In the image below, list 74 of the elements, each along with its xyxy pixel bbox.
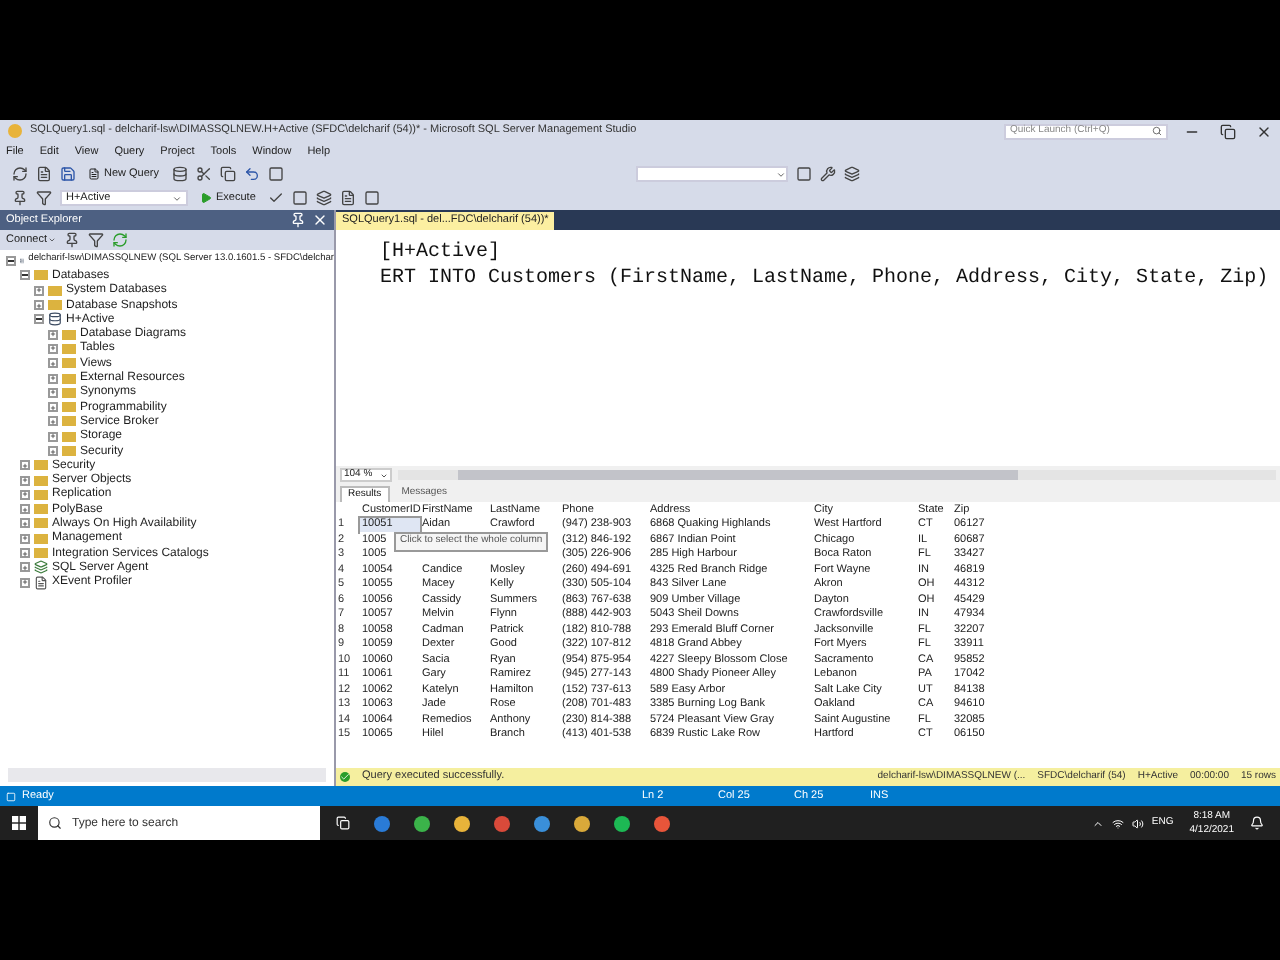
window-icon[interactable] <box>267 166 284 182</box>
agent-icon <box>34 560 48 575</box>
back-icon[interactable] <box>12 166 28 182</box>
expand-icon[interactable] <box>20 548 30 559</box>
close-icon[interactable] <box>312 212 328 228</box>
app-icon[interactable] <box>654 815 670 831</box>
expand-icon[interactable] <box>20 475 30 486</box>
expand-icon[interactable] <box>20 533 30 544</box>
expand-icon[interactable] <box>20 577 30 588</box>
expand-icon[interactable] <box>20 460 30 471</box>
undo-icon[interactable] <box>243 166 260 182</box>
expand-icon[interactable] <box>48 402 58 413</box>
document-icon <box>88 168 100 180</box>
restore-button[interactable] <box>1220 123 1236 139</box>
app-icon[interactable] <box>414 815 430 831</box>
plan-icon[interactable] <box>315 190 332 206</box>
collapse-icon[interactable] <box>20 270 30 281</box>
app-icon[interactable] <box>494 815 510 831</box>
refresh-icon[interactable] <box>111 232 127 248</box>
expand-icon[interactable] <box>20 562 30 573</box>
wrench-icon[interactable] <box>820 166 836 182</box>
expand-icon[interactable] <box>20 504 30 515</box>
horizontal-scrollbar[interactable] <box>398 470 1276 480</box>
properties-icon[interactable] <box>796 166 812 182</box>
new-file-icon[interactable] <box>36 166 52 182</box>
expand-icon[interactable] <box>20 489 30 500</box>
collapse-icon[interactable] <box>34 314 44 325</box>
code-line: ERT INTO Customers (FirstName, LastName, Phone, Address, City, State, Zip) <box>380 265 1269 294</box>
expand-icon[interactable] <box>48 373 58 384</box>
search-icon[interactable] <box>1152 126 1162 136</box>
expand-icon[interactable] <box>34 300 44 311</box>
document-icon <box>34 575 48 590</box>
database-icon <box>48 312 62 327</box>
app-icon[interactable] <box>374 815 390 831</box>
app-logo-icon <box>8 124 22 138</box>
play-icon <box>200 192 212 204</box>
app-icon[interactable] <box>614 815 630 831</box>
connect-icon[interactable] <box>63 232 79 248</box>
copy-icon[interactable] <box>219 166 236 182</box>
layers-icon[interactable] <box>844 166 860 182</box>
text-icon[interactable] <box>339 190 356 206</box>
windows-start-icon[interactable] <box>12 816 26 830</box>
app-icon[interactable] <box>454 815 470 831</box>
close-button[interactable] <box>1256 123 1272 139</box>
ready-icon <box>6 791 16 801</box>
success-icon <box>340 772 350 782</box>
grid-icon[interactable] <box>291 190 308 206</box>
task-view-icon[interactable] <box>336 816 350 830</box>
database-icon[interactable] <box>171 166 188 182</box>
expand-icon[interactable] <box>48 416 58 427</box>
expand-icon[interactable] <box>48 329 58 340</box>
expand-icon[interactable] <box>48 446 58 456</box>
pin-icon[interactable] <box>290 212 306 228</box>
code-line: [H+Active] <box>380 239 501 268</box>
pin-icon[interactable] <box>12 190 28 206</box>
save-icon[interactable] <box>60 166 76 182</box>
expand-icon[interactable] <box>34 285 44 296</box>
collapse-icon[interactable] <box>6 256 16 267</box>
results-icon[interactable] <box>363 190 380 206</box>
volume-icon[interactable] <box>1131 817 1144 829</box>
expand-icon[interactable] <box>20 518 30 529</box>
parse-icon[interactable] <box>267 190 284 206</box>
cut-icon[interactable] <box>195 166 212 182</box>
app-icon[interactable] <box>574 815 590 831</box>
expand-icon[interactable] <box>48 358 58 369</box>
network-icon[interactable] <box>1111 817 1124 829</box>
search-icon[interactable] <box>48 816 62 830</box>
expand-icon[interactable] <box>48 431 58 442</box>
filter-icon[interactable] <box>87 232 103 248</box>
expand-icon[interactable] <box>48 343 58 354</box>
notification-icon[interactable] <box>1250 816 1264 830</box>
expand-icon[interactable] <box>48 387 58 398</box>
filter-icon[interactable] <box>36 190 52 206</box>
app-icon[interactable] <box>534 815 550 831</box>
